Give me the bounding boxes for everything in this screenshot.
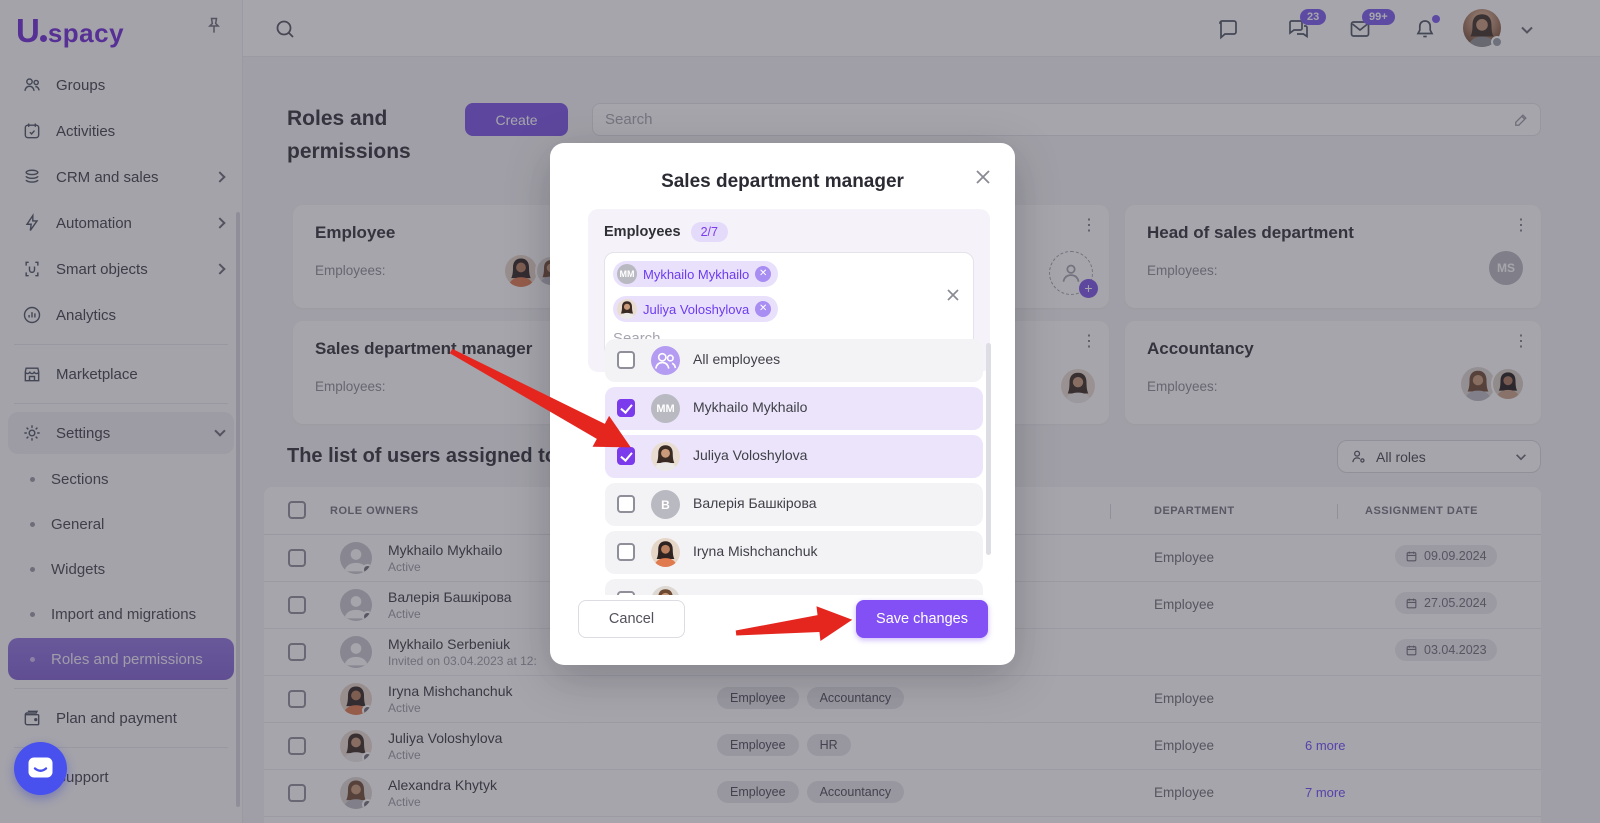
selected-counter-badge: 2/7	[691, 222, 728, 242]
employee-option[interactable]: B Валерія Башкірова	[605, 483, 983, 526]
chip-name: Mykhailo Mykhailo	[643, 267, 749, 282]
employee-option[interactable]	[605, 579, 983, 595]
option-name: Mykhailo Mykhailo	[693, 399, 807, 415]
employee-option[interactable]: Iryna Mishchanchuk	[605, 531, 983, 574]
employee-chip[interactable]: Juliya Voloshylova ✕	[613, 296, 778, 322]
employee-option[interactable]: Juliya Voloshylova	[605, 435, 983, 478]
option-checkbox[interactable]	[617, 351, 635, 369]
employee-chip[interactable]: MM Mykhailo Mykhailo ✕	[613, 261, 778, 287]
employee-option[interactable]: MM Mykhailo Mykhailo	[605, 387, 983, 430]
modal-list-scrollbar[interactable]	[986, 343, 991, 555]
close-icon[interactable]	[973, 167, 993, 187]
chip-name: Juliya Voloshylova	[643, 302, 749, 317]
save-changes-button[interactable]: Save changes	[856, 600, 988, 638]
support-chat-button[interactable]	[14, 742, 67, 795]
option-avatar-initials: B	[651, 490, 680, 519]
option-name: Juliya Voloshylova	[693, 447, 807, 463]
employee-options-list: All employees MM Mykhailo Mykhailo Juliy…	[605, 339, 983, 595]
edit-role-modal: Sales department manager Employees 2/7 M…	[550, 143, 1015, 665]
employee-option-all[interactable]: All employees	[605, 339, 983, 382]
option-name: All employees	[693, 351, 780, 367]
option-avatar	[651, 538, 680, 567]
option-name: Валерія Башкірова	[693, 495, 817, 511]
remove-chip-icon[interactable]: ✕	[755, 301, 771, 317]
cancel-button[interactable]: Cancel	[578, 600, 685, 638]
chat-bubble-icon	[27, 756, 54, 781]
all-employees-icon	[651, 346, 680, 375]
remove-chip-icon[interactable]: ✕	[755, 266, 771, 282]
chip-avatar	[617, 299, 637, 319]
option-avatar	[651, 442, 680, 471]
employees-label: Employees	[604, 224, 681, 240]
option-avatar	[651, 586, 680, 595]
option-name: Iryna Mishchanchuk	[693, 543, 818, 559]
modal-title: Sales department manager	[550, 171, 1015, 193]
chip-avatar-initials: MM	[617, 264, 637, 284]
option-checkbox[interactable]	[617, 543, 635, 561]
option-checkbox-checked[interactable]	[617, 447, 635, 465]
option-checkbox-checked[interactable]	[617, 399, 635, 417]
clear-selection-icon[interactable]	[945, 287, 961, 303]
option-checkbox[interactable]	[617, 495, 635, 513]
option-checkbox[interactable]	[617, 591, 635, 595]
option-avatar-initials: MM	[651, 394, 680, 423]
selected-chips: MM Mykhailo Mykhailo ✕ Juliya Voloshylov…	[613, 261, 937, 322]
